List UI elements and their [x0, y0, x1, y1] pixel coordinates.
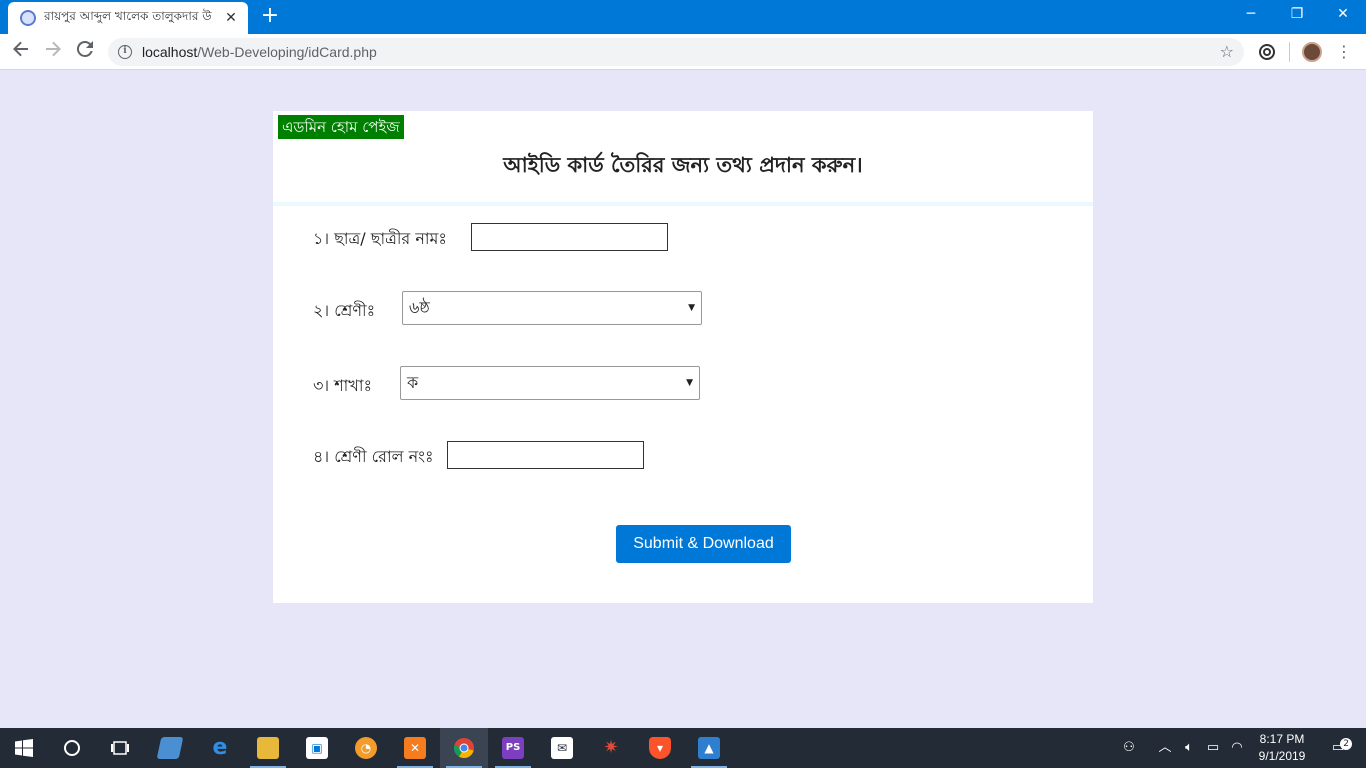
battery-icon[interactable]: ▭ [1202, 728, 1224, 768]
profile-avatar[interactable] [1302, 42, 1322, 62]
bookmark-star-icon[interactable]: ☆ [1220, 42, 1234, 61]
windows-taskbar: e ▣ ◔ ✕ PS ✉ ✷ ▾ ▲ ⚇ ︿ 🔈︎ ▭ ◠ 8:17 PM 9/… [0, 728, 1366, 768]
section-select[interactable]: ক ▼ [400, 366, 700, 400]
minimize-button[interactable]: ─ [1228, 0, 1274, 30]
chevron-down-icon: ▼ [688, 303, 695, 313]
photos-icon[interactable]: ▲ [685, 728, 733, 768]
app-orange-icon[interactable]: ◔ [342, 728, 390, 768]
task-view-icon[interactable] [96, 728, 144, 768]
xampp-icon[interactable]: ✕ [391, 728, 439, 768]
browser-tab[interactable]: রায়পুর আব্দুল খালেক তালুকদার উ ✕ [8, 2, 248, 34]
student-name-input[interactable] [471, 223, 668, 251]
notification-count-badge: 2 [1340, 738, 1353, 750]
system-clock[interactable]: 8:17 PM 9/1/2019 [1252, 731, 1312, 765]
class-select-value: ৬ষ্ঠ [409, 298, 430, 317]
tablet-icon[interactable] [146, 728, 194, 768]
back-arrow-icon[interactable] [9, 40, 33, 64]
tab-title: রায়পুর আব্দুল খালেক তালুকদার উ [44, 9, 212, 23]
extension-icon[interactable] [1257, 42, 1277, 62]
phpstorm-icon[interactable]: PS [489, 728, 537, 768]
page-title: আইডি কার্ড তৈরির জন্য তথ্য প্রদান করুন। [503, 153, 863, 177]
brave-icon[interactable]: ▾ [636, 728, 684, 768]
spider-icon[interactable]: ✷ [587, 728, 635, 768]
browser-toolbar: i localhost /Web-Developing/idCard.php ☆… [0, 34, 1366, 70]
chrome-icon[interactable] [440, 728, 488, 768]
section-label: ৩। শাখাঃ [313, 376, 372, 395]
roll-number-input[interactable] [447, 441, 644, 469]
chevron-up-icon[interactable]: ︿ [1154, 728, 1176, 768]
class-label: ২। শ্রেণীঃ [313, 301, 376, 320]
edge-icon[interactable]: e [196, 728, 244, 768]
store-icon[interactable]: ▣ [293, 728, 341, 768]
file-explorer-icon[interactable] [244, 728, 292, 768]
wifi-icon[interactable]: ◠ [1226, 728, 1248, 768]
start-icon[interactable] [0, 728, 48, 768]
clock-date: 9/1/2019 [1258, 749, 1306, 763]
chevron-down-icon: ▼ [686, 378, 693, 388]
mail-icon[interactable]: ✉ [538, 728, 586, 768]
section-select-value: ক [407, 373, 419, 392]
people-icon[interactable]: ⚇ [1116, 728, 1142, 768]
url-path: /Web-Developing/idCard.php [197, 44, 377, 60]
submit-download-button[interactable]: Submit & Download [616, 525, 791, 563]
url-host: localhost [142, 44, 198, 60]
student-name-label: ১। ছাত্র/ ছাত্রীর নামঃ [313, 229, 447, 248]
menu-dots-icon[interactable]: ⋮ [1336, 42, 1352, 62]
header-divider [273, 202, 1093, 206]
new-tab-button[interactable]: + [258, 5, 282, 29]
reload-icon[interactable] [73, 40, 97, 64]
clock-time: 8:17 PM [1259, 732, 1305, 746]
site-info-icon[interactable]: i [118, 45, 132, 59]
toolbar-divider [1289, 42, 1290, 62]
cortana-icon[interactable] [48, 728, 96, 768]
volume-icon[interactable]: 🔈︎ [1178, 728, 1200, 768]
close-window-button[interactable]: ✕ [1320, 0, 1366, 30]
tab-close-icon[interactable]: ✕ [222, 10, 240, 26]
browser-titlebar: রায়পুর আব্দুল খালেক তালুকদার উ ✕ + ─ ❐ … [0, 0, 1366, 34]
restore-button[interactable]: ❐ [1274, 0, 1320, 30]
id-card-form-panel: এডমিন হোম পেইজ আইডি কার্ড তৈরির জন্য তথ্… [273, 111, 1093, 603]
class-select[interactable]: ৬ষ্ঠ ▼ [402, 291, 702, 325]
notification-center-icon[interactable]: ▭ 2 [1320, 728, 1356, 768]
roll-number-label: ৪। শ্রেণী রোল নংঃ [313, 447, 434, 466]
forward-arrow-icon[interactable] [41, 40, 65, 64]
admin-home-link[interactable]: এডমিন হোম পেইজ [278, 115, 404, 139]
site-favicon-icon [20, 10, 36, 26]
address-bar[interactable]: i localhost /Web-Developing/idCard.php ☆ [108, 38, 1244, 66]
